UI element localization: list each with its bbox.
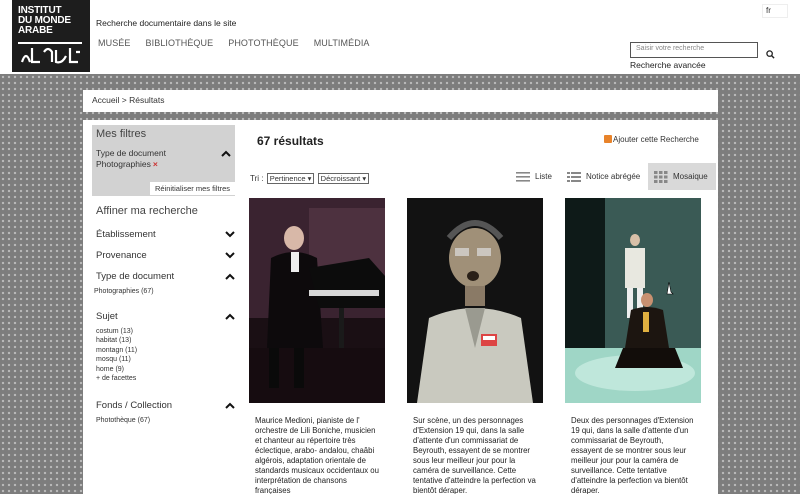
site-tagline: Recherche documentaire dans le site (96, 18, 237, 28)
facet-sujet[interactable]: Sujet (96, 311, 235, 325)
sort-order-value: Décroissant (320, 174, 361, 183)
chevron-up-icon[interactable] (225, 313, 235, 320)
actor-photo[interactable] (407, 198, 543, 403)
facet-fonds[interactable]: Fonds / Collection (96, 400, 235, 414)
active-filter-value: Photographies (96, 159, 151, 169)
chevron-down-icon[interactable] (225, 231, 235, 238)
chevron-up-icon[interactable] (225, 273, 235, 280)
pianist-photo[interactable] (249, 198, 385, 403)
card-caption: Deux des personnages d'Extension 19 qui,… (571, 416, 694, 494)
facet-provenance-label: Provenance (96, 250, 147, 261)
facet-sujet-label: Sujet (96, 310, 118, 322)
filter-sidebar: Mes filtres Type de document Photographi… (92, 125, 235, 425)
active-filter-label: Type de document (96, 148, 166, 158)
site-header: INSTITUT DU MONDE ARABE Recherche docume… (0, 0, 800, 74)
language-selector[interactable]: fr (762, 4, 788, 18)
logo-arabic-mark (18, 42, 82, 64)
active-filter: Type de document Photographies × (96, 148, 231, 170)
facet-item[interactable]: Photothèque (67) (96, 416, 235, 426)
sort-field-select[interactable]: Pertinence ▾ (266, 173, 315, 184)
facet-item[interactable]: montagn (11) (96, 346, 235, 356)
facet-item[interactable]: home (9) (96, 365, 235, 375)
view-list-button[interactable]: Liste (510, 163, 558, 190)
facet-etablissement-label: Établissement (96, 229, 156, 240)
facet-provenance[interactable]: Provenance (96, 250, 235, 264)
card-caption: Maurice Medioni, pianiste de l' orchestr… (255, 416, 379, 494)
facet-type-items: Photographies (67) (94, 287, 235, 297)
chevron-up-icon[interactable] (221, 150, 231, 157)
chevron-up-icon[interactable] (225, 402, 235, 409)
save-search-link[interactable]: Ajouter cette Recherche (604, 135, 699, 144)
facet-item[interactable]: mosqu (11) (96, 355, 235, 365)
view-short-button[interactable]: Notice abrégée (561, 163, 646, 190)
facet-item[interactable]: Photographies (67) (94, 287, 235, 297)
main-nav: MUSÉE BIBLIOTHÈQUE PHOTOTHÈQUE MULTIMÉDI… (98, 38, 370, 48)
breadcrumb[interactable]: Accueil > Résultats (83, 90, 718, 112)
sort-order-select[interactable]: Décroissant ▾ (317, 173, 370, 184)
facet-fonds-label: Fonds / Collection (96, 399, 173, 411)
list-view-icon (516, 171, 530, 182)
nav-phototheque[interactable]: PHOTOTHÈQUE (228, 38, 298, 48)
filters-title: Mes filtres (96, 128, 147, 140)
view-mosaic-label: Mosaique (673, 172, 708, 181)
view-list-label: Liste (535, 172, 552, 181)
result-card[interactable]: Sur scène, un des personnages d'Extensio… (407, 198, 543, 494)
refine-title: Affiner ma recherche (96, 205, 198, 217)
view-mosaic-button[interactable]: Mosaique (648, 163, 716, 190)
view-short-label: Notice abrégée (586, 172, 641, 181)
sort-label: Tri : (250, 174, 264, 183)
search-input[interactable]: Saisir votre recherche (630, 42, 758, 58)
facet-item[interactable]: costum (13) (96, 327, 235, 337)
nav-multimedia[interactable]: MULTIMÉDIA (314, 38, 370, 48)
facet-type-document[interactable]: Type de document (96, 271, 235, 285)
stage-photo[interactable] (565, 198, 701, 403)
short-view-icon (567, 171, 581, 182)
rss-icon (604, 135, 612, 143)
results-panel: Mes filtres Type de document Photographi… (83, 120, 718, 494)
sort-field-value: Pertinence (269, 174, 306, 183)
result-card[interactable]: Maurice Medioni, pianiste de l' orchestr… (249, 198, 385, 494)
nav-musee[interactable]: MUSÉE (98, 38, 131, 48)
facet-sujet-items: costum (13) habitat (13) montagn (11) mo… (96, 327, 235, 384)
more-facets-link[interactable]: + de facettes (96, 374, 235, 384)
remove-filter-icon[interactable]: × (153, 159, 158, 169)
search-icon[interactable] (766, 50, 775, 59)
facet-etablissement[interactable]: Établissement (96, 229, 235, 243)
nav-bibliotheque[interactable]: BIBLIOTHÈQUE (146, 38, 214, 48)
ima-logo[interactable]: INSTITUT DU MONDE ARABE (12, 0, 90, 72)
sort-bar: Tri : Pertinence ▾ Décroissant ▾ (250, 173, 370, 184)
chevron-down-icon[interactable] (225, 252, 235, 259)
facet-fonds-items: Photothèque (67) (96, 416, 235, 426)
card-caption: Sur scène, un des personnages d'Extensio… (413, 416, 536, 494)
result-card[interactable]: Deux des personnages d'Extension 19 qui,… (565, 198, 701, 494)
facet-item[interactable]: habitat (13) (96, 336, 235, 346)
reset-filters-button[interactable]: Réinitialiser mes filtres (149, 182, 235, 195)
facet-type-document-label: Type de document (96, 271, 175, 282)
logo-text: INSTITUT DU MONDE ARABE (18, 5, 71, 36)
results-count: 67 résultats (257, 134, 324, 148)
active-filters: Mes filtres Type de document Photographi… (92, 125, 235, 196)
advanced-search-link[interactable]: Recherche avancée (630, 60, 706, 70)
save-search-label: Ajouter cette Recherche (613, 135, 699, 144)
grid-view-icon (654, 170, 668, 183)
